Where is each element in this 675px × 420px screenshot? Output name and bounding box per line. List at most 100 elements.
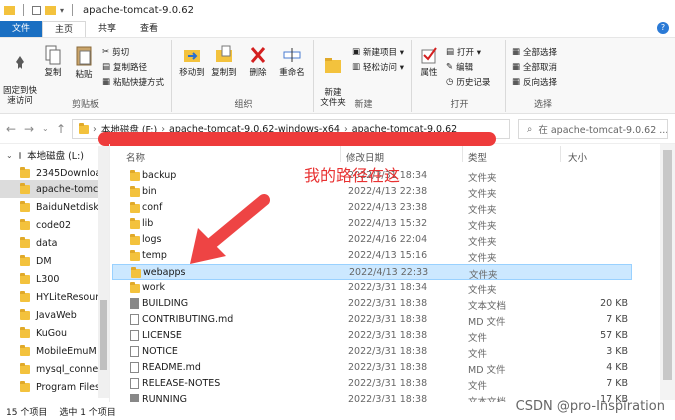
open-group-label: 打开 bbox=[450, 100, 469, 110]
recent-chevron-icon[interactable]: ⌄ bbox=[42, 124, 49, 133]
file-date: 2022/3/31 18:38 bbox=[348, 330, 428, 341]
new-item-button[interactable]: ▣ 新建项目 ▾ bbox=[352, 46, 404, 58]
forward-arrow-icon[interactable]: → bbox=[24, 122, 34, 136]
file-type: 文件夹 bbox=[468, 221, 497, 232]
file-row[interactable]: BUILDING 2022/3/31 18:38 文本文档 20 KB bbox=[112, 296, 632, 312]
column-divider[interactable] bbox=[340, 146, 341, 162]
sidebar-item[interactable]: mysql_connec bbox=[20, 360, 98, 378]
file-name: backup bbox=[142, 170, 177, 181]
select-none-label: 全部取消 bbox=[523, 63, 558, 73]
sidebar-item[interactable]: code02 bbox=[20, 216, 98, 234]
paste-shortcut-button[interactable]: ▦ 粘贴快捷方式 bbox=[102, 76, 164, 88]
copy-to-label: 复制到 bbox=[211, 68, 237, 78]
column-name[interactable]: 名称 bbox=[126, 150, 145, 164]
pin-icon bbox=[16, 56, 24, 69]
search-input[interactable]: ⌕ 在 apache-tomcat-9.0.62 ... bbox=[518, 119, 668, 139]
history-button[interactable]: ◷ 历史记录 bbox=[446, 76, 490, 88]
sidebar-item[interactable]: KuGou bbox=[20, 324, 98, 342]
file-name: BUILDING bbox=[142, 298, 189, 309]
move-to-button[interactable]: 移动到 bbox=[178, 44, 206, 78]
folder-icon bbox=[130, 170, 140, 181]
sidebar-scroll-thumb[interactable] bbox=[100, 300, 107, 370]
file-type: 文件夹 bbox=[469, 270, 498, 281]
delete-label: 删除 bbox=[249, 68, 267, 78]
tab-view[interactable]: 查看 bbox=[128, 21, 170, 37]
organize-group: 移动到 复制到 删除 重命名 组织 bbox=[174, 40, 314, 112]
open-button[interactable]: ▤ 打开 ▾ bbox=[446, 46, 481, 58]
sidebar-item[interactable]: HYLiteResour bbox=[20, 288, 98, 306]
tab-home[interactable]: 主页 bbox=[42, 21, 87, 37]
file-icon bbox=[130, 314, 139, 325]
delete-button[interactable]: 删除 bbox=[246, 44, 270, 78]
back-arrow-icon[interactable]: ← bbox=[6, 122, 16, 136]
new-folder-icon[interactable] bbox=[45, 5, 56, 15]
move-to-label: 移动到 bbox=[179, 68, 205, 78]
breadcrumb-separator: › bbox=[93, 123, 97, 135]
item-count: 15 个项目 bbox=[6, 407, 48, 418]
sidebar-item-label: code02 bbox=[36, 219, 71, 231]
file-row[interactable]: RELEASE-NOTES 2022/3/31 18:38 文件 7 KB bbox=[112, 376, 632, 392]
text-file-icon bbox=[130, 298, 139, 309]
shortcut-icon: ▦ bbox=[102, 77, 111, 87]
sidebar-item[interactable]: data bbox=[20, 234, 98, 252]
sidebar-item[interactable]: Program Files bbox=[20, 378, 98, 396]
file-list-scroll-thumb[interactable] bbox=[663, 150, 672, 380]
file-row[interactable]: NOTICE 2022/3/31 18:38 文件 3 KB bbox=[112, 344, 632, 360]
sidebar-item[interactable]: BaiduNetdisk bbox=[20, 198, 98, 216]
copy-to-button[interactable]: 复制到 bbox=[210, 44, 238, 78]
delete-icon bbox=[250, 47, 266, 63]
sidebar-item-label: L300 bbox=[36, 273, 60, 285]
sidebar-item[interactable]: L300 bbox=[20, 270, 98, 288]
sidebar-item-label: Program Files bbox=[36, 381, 98, 393]
sidebar-drive[interactable]: ⌄ 本地磁盘 (L:) bbox=[6, 146, 84, 164]
copy-path-label: 复制路径 bbox=[113, 63, 148, 73]
tab-share[interactable]: 共享 bbox=[86, 21, 128, 37]
sidebar-item-label: JavaWeb bbox=[36, 309, 77, 321]
sidebar-item-selected[interactable]: apache-tomc bbox=[0, 180, 98, 198]
file-row[interactable]: work 2022/3/31 18:34 文件夹 bbox=[112, 280, 632, 296]
folder-icon bbox=[20, 290, 30, 302]
column-size[interactable]: 大小 bbox=[568, 150, 587, 164]
open-icon: ▤ bbox=[446, 47, 455, 57]
help-icon[interactable]: ? bbox=[657, 22, 669, 34]
select-all-label: 全部选择 bbox=[523, 48, 558, 58]
folder-icon bbox=[20, 200, 30, 212]
copy-button[interactable]: 复制 bbox=[40, 44, 66, 78]
properties-icon[interactable] bbox=[32, 5, 41, 15]
rename-button[interactable]: 重命名 bbox=[276, 44, 308, 78]
folder-icon bbox=[130, 250, 140, 261]
column-type[interactable]: 类型 bbox=[468, 150, 487, 164]
sidebar-item[interactable]: JavaWeb bbox=[20, 306, 98, 324]
file-name: CONTRIBUTING.md bbox=[142, 314, 234, 325]
column-divider[interactable] bbox=[560, 146, 561, 162]
sidebar-item-label: mysql_connec bbox=[36, 363, 98, 375]
clipboard-group: 固定到快 速访问 复制 粘贴 ✂ 剪切 ▤ 复制路径 ▦ 粘贴快捷方式 剪贴板 bbox=[0, 40, 172, 112]
select-none-button[interactable]: ▦ 全部取消 bbox=[512, 61, 557, 73]
copy-path-button[interactable]: ▤ 复制路径 bbox=[102, 61, 147, 73]
file-row[interactable]: README.md 2022/3/31 18:38 MD 文件 4 KB bbox=[112, 360, 632, 376]
chevron-down-icon[interactable]: ▾ bbox=[60, 6, 64, 15]
sidebar-item[interactable]: DM bbox=[20, 252, 98, 270]
new-group-label: 新建 bbox=[354, 100, 373, 110]
sidebar-drive-label: 本地磁盘 (L:) bbox=[27, 151, 84, 162]
sidebar-item[interactable]: MobileEmuM bbox=[20, 342, 98, 360]
invert-selection-button[interactable]: ▦ 反向选择 bbox=[512, 76, 557, 88]
up-arrow-icon[interactable]: ↑ bbox=[56, 122, 66, 136]
properties-button[interactable]: 属性 bbox=[416, 44, 442, 78]
file-name: conf bbox=[142, 202, 163, 213]
tab-file[interactable]: 文件 bbox=[0, 21, 43, 37]
file-name: bin bbox=[142, 186, 157, 197]
file-row[interactable]: CONTRIBUTING.md 2022/3/31 18:38 MD 文件 7 KB bbox=[112, 312, 632, 328]
column-divider[interactable] bbox=[462, 146, 463, 162]
easy-access-button[interactable]: ▥ 轻松访问 ▾ bbox=[352, 61, 404, 73]
file-date: 2022/3/31 18:38 bbox=[348, 378, 428, 389]
paste-button[interactable]: 粘贴 bbox=[70, 44, 98, 80]
select-all-button[interactable]: ▦ 全部选择 bbox=[512, 46, 557, 58]
edit-button[interactable]: ✎ 编辑 bbox=[446, 61, 473, 73]
file-row[interactable]: LICENSE 2022/3/31 18:38 文件 57 KB bbox=[112, 328, 632, 344]
invert-selection-icon: ▦ bbox=[512, 77, 521, 87]
clipboard-group-label: 剪贴板 bbox=[71, 100, 99, 110]
cut-button[interactable]: ✂ 剪切 bbox=[102, 46, 129, 58]
new-item-label: 新建项目 ▾ bbox=[363, 48, 405, 58]
file-type: 文件夹 bbox=[468, 285, 497, 296]
